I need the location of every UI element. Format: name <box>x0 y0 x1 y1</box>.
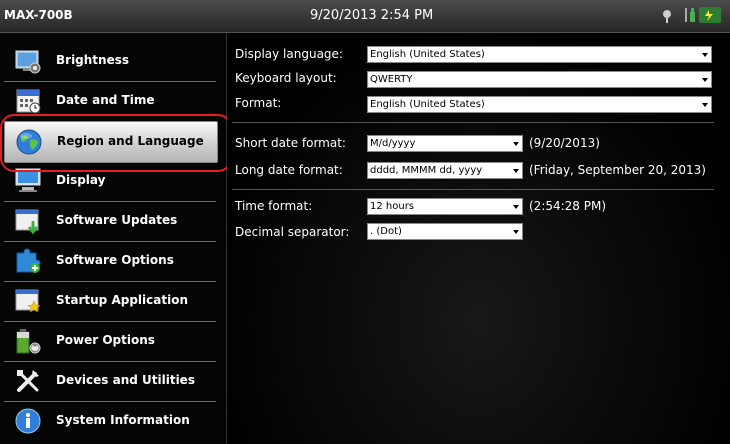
globe-icon <box>15 128 43 156</box>
display-icon <box>14 167 42 195</box>
long-date-format-label: Long date format: <box>235 163 343 177</box>
info-icon <box>14 407 42 435</box>
short-date-format-dropdown[interactable]: M/d/yyyy <box>367 135 523 152</box>
keyboard-layout-value: QWERTY <box>370 74 413 85</box>
software-updates-icon <box>14 207 42 235</box>
chevron-down-icon <box>513 142 519 146</box>
sidebar-item-label: Startup Application <box>56 293 188 307</box>
chevron-down-icon <box>702 78 708 82</box>
chevron-down-icon <box>702 103 708 107</box>
tools-icon <box>14 367 42 395</box>
decimal-separator-value: . (Dot) <box>370 226 402 237</box>
sidebar-item-date-and-time[interactable]: Date and Time <box>4 81 216 122</box>
divider <box>232 122 714 123</box>
sidebar-item-label: Devices and Utilities <box>56 373 195 387</box>
sidebar-item-startup-application[interactable]: Startup Application <box>4 281 216 322</box>
sidebar-item-software-updates[interactable]: Software Updates <box>4 201 216 242</box>
usb-icon <box>661 8 673 23</box>
decimal-separator-dropdown[interactable]: . (Dot) <box>367 223 523 240</box>
sidebar-item-label: System Information <box>56 413 190 427</box>
divider <box>232 189 714 190</box>
long-date-sample: (Friday, September 20, 2013) <box>529 163 706 177</box>
sidebar-item-label: Display <box>56 173 106 187</box>
sidebar-item-system-information[interactable]: System Information <box>4 401 216 441</box>
format-label: Format: <box>235 96 282 110</box>
chevron-down-icon <box>702 53 708 57</box>
puzzle-icon <box>14 247 42 275</box>
time-format-sample: (2:54:28 PM) <box>529 199 607 213</box>
decimal-separator-label: Decimal separator: <box>235 225 350 239</box>
title-bar: MAX-700B 9/20/2013 2:54 PM <box>0 0 730 33</box>
sidebar-item-devices-and-utilities[interactable]: Devices and Utilities <box>4 361 216 402</box>
sidebar-item-label: Power Options <box>56 333 155 347</box>
chevron-down-icon <box>513 205 519 209</box>
settings-sidebar: Brightness Date and Time Region and Lang… <box>0 33 227 444</box>
keyboard-layout-dropdown[interactable]: QWERTY <box>367 71 712 88</box>
keyboard-layout-label: Keyboard layout: <box>235 71 337 85</box>
short-date-sample: (9/20/2013) <box>529 136 600 150</box>
time-format-label: Time format: <box>235 199 313 213</box>
battery-status-icon <box>685 6 725 24</box>
system-clock: 9/20/2013 2:54 PM <box>310 8 434 23</box>
startup-star-icon <box>14 287 42 315</box>
sidebar-item-label: Brightness <box>56 53 130 67</box>
chevron-down-icon <box>513 169 519 173</box>
long-date-format-value: dddd, MMMM dd, yyyy <box>370 165 483 176</box>
display-language-dropdown[interactable]: English (United States) <box>367 46 712 63</box>
display-language-label: Display language: <box>235 47 343 61</box>
time-format-value: 12 hours <box>370 201 415 212</box>
sidebar-item-label: Region and Language <box>57 134 204 148</box>
short-date-format-value: M/d/yyyy <box>370 138 416 149</box>
display-language-value: English (United States) <box>370 49 485 60</box>
battery-plug-icon <box>14 327 42 355</box>
sidebar-item-label: Software Updates <box>56 213 178 227</box>
chevron-down-icon <box>513 230 519 234</box>
sidebar-item-software-options[interactable]: Software Options <box>4 241 216 282</box>
sidebar-item-power-options[interactable]: Power Options <box>4 321 216 362</box>
sidebar-item-region-and-language[interactable]: Region and Language <box>4 121 218 163</box>
device-model: MAX-700B <box>4 8 73 22</box>
sidebar-item-label: Date and Time <box>56 93 155 107</box>
time-format-dropdown[interactable]: 12 hours <box>367 198 523 215</box>
sidebar-item-display[interactable]: Display <box>4 161 216 202</box>
brightness-icon <box>14 47 42 75</box>
calendar-icon <box>14 87 42 115</box>
short-date-format-label: Short date format: <box>235 136 346 150</box>
format-value: English (United States) <box>370 99 485 110</box>
sidebar-item-brightness[interactable]: Brightness <box>4 41 216 82</box>
format-dropdown[interactable]: English (United States) <box>367 96 712 113</box>
sidebar-item-label: Software Options <box>56 253 174 267</box>
long-date-format-dropdown[interactable]: dddd, MMMM dd, yyyy <box>367 162 523 179</box>
